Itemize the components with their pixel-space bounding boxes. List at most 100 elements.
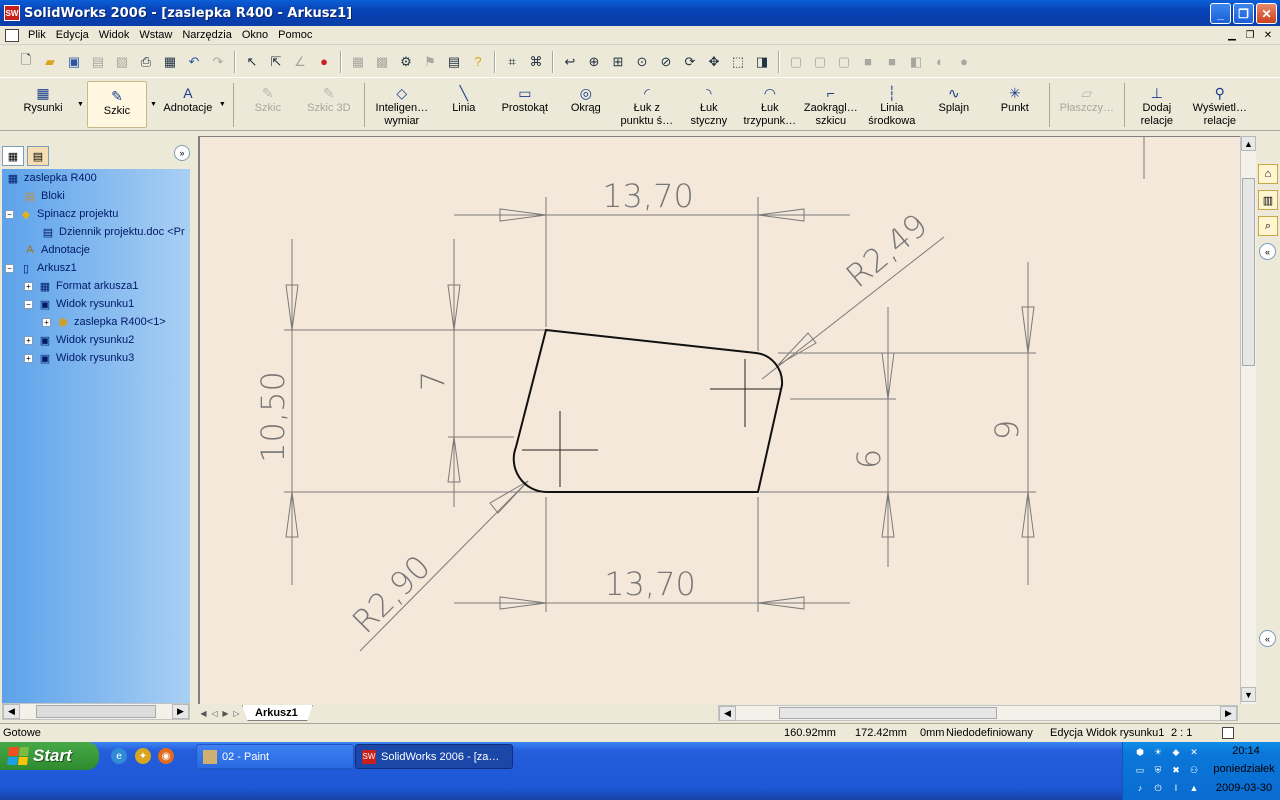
section-icon[interactable]: ◧ [905,51,927,73]
pan-icon[interactable]: ✥ [703,51,725,73]
menu-okno[interactable]: Okno [237,29,273,41]
zoom-selection-icon[interactable]: ⊘ [655,51,677,73]
tray-volume-icon[interactable]: ♪ [1133,781,1147,795]
document-icon[interactable] [5,28,19,42]
canvas-horizontal-scrollbar[interactable]: ◀ ▶ [718,705,1238,721]
hscroll-right-icon[interactable]: ▶ [1220,705,1237,721]
tool-line-button[interactable]: ╲ Linia [435,79,493,129]
clock-day[interactable]: poniedziałek [1207,763,1280,775]
status-note-icon[interactable] [1222,727,1234,739]
design-library-icon[interactable]: ▥ [1258,190,1278,210]
tree-item[interactable]: + ▣ Widok rysunku3 [24,349,134,367]
dim-bottom-text[interactable]: 13,70 [604,565,696,603]
taskbar-task[interactable]: 02 - Paint [196,744,354,769]
zoom-fit-icon[interactable]: ⊕ [583,51,605,73]
tool-sketch-fillet-button[interactable]: ⌐ Zaokrągl… szkicu [801,79,861,129]
hscroll-left-icon[interactable]: ◀ [719,705,736,721]
expand-icon[interactable]: + [24,353,33,363]
tree-horizontal-scrollbar[interactable]: ◀ ▶ [2,703,190,720]
horizontal-scroll-thumb[interactable] [779,707,997,719]
menu-edycja[interactable]: Edycja [51,29,94,41]
clock-date[interactable]: 2009-03-30 [1207,782,1280,794]
expand-icon[interactable]: + [24,335,33,345]
hidden-removed-icon[interactable]: ▢ [833,51,855,73]
tool-sketch-3d-button[interactable]: ✎ Szkic 3D [298,79,360,129]
rebuild-icon[interactable]: ⚑ [419,51,441,73]
dim-inner-left-text[interactable]: 7 [414,371,452,391]
ie-quicklaunch-icon[interactable]: e [111,748,127,764]
zoom-area-icon[interactable]: ⊞ [607,51,629,73]
realview-icon[interactable]: ● [953,51,975,73]
dim-right-text[interactable]: 9 [988,420,1026,440]
dim-left-text[interactable]: 10,50 [254,371,292,463]
doc-restore-button[interactable]: ❐ [1242,28,1258,42]
shaded-edges-icon[interactable]: ■ [857,51,879,73]
tool-point-button[interactable]: ✳ Punkt [985,79,1045,129]
open-icon[interactable]: ▰ [39,51,61,73]
sketch-tool-icon[interactable]: ⌗ [501,51,523,73]
tree-item[interactable]: − ◆ Spinacz projektu [5,205,118,223]
tray-network-icon[interactable]: ⬢ [1133,745,1147,759]
scroll-down-icon[interactable]: ▼ [1241,687,1256,702]
tray-power-icon[interactable]: ⏻ [1151,781,1165,795]
layers-icon[interactable]: ▩ [371,51,393,73]
rysunki-dropdown-icon[interactable]: ▼ [77,101,84,108]
tree-item[interactable]: ▤ Dziennik projektu.doc <Pr [40,223,185,241]
solidworks-logo-icon[interactable]: SW [4,5,20,21]
print-icon[interactable]: ⎙ [135,51,157,73]
adnotacje-tab[interactable]: A Adnotacje [160,79,216,129]
close-button[interactable]: ✕ [1256,3,1277,24]
previous-view-icon[interactable]: ↩ [559,51,581,73]
new-icon[interactable]: 🗋 [15,51,37,73]
drawing-canvas[interactable]: 13,70 13,70 10,50 7 6 9 R2,49 R2,90 [198,136,1240,704]
tool-three-point-arc-button[interactable]: ◠ Łuk trzypunk… [739,79,801,129]
scroll-right-icon[interactable]: ▶ [172,704,189,719]
make-assembly-icon[interactable]: ▧ [111,51,133,73]
tree-item[interactable]: ▦ zaslepka R400 [5,169,97,187]
collapse-icon[interactable]: − [24,299,33,309]
dim-inner-right-text[interactable]: 6 [850,449,888,469]
tool-tangent-arc-button[interactable]: ◝ Łuk styczny [679,79,739,129]
szkic-tab[interactable]: ✎ Szkic [86,81,147,128]
tree-item[interactable]: ▤ Bloki [22,187,65,205]
sketch-line-icon[interactable]: ∠ [289,51,311,73]
tray-nvidia-icon[interactable]: ▲ [1187,781,1201,795]
firefox-quicklaunch-icon[interactable]: ◉ [158,748,174,764]
sw-resources-icon[interactable]: ⌂ [1258,164,1278,184]
doc-close-button[interactable]: ✕ [1260,28,1276,42]
properties-icon[interactable]: ▤ [443,51,465,73]
menu-narzedzia[interactable]: Narzędzia [177,29,237,41]
tray-shield-icon[interactable]: ◆ [1169,745,1183,759]
sheet-prev-icon[interactable]: ◁ [209,706,220,720]
sheet-next-icon[interactable]: ▶ [220,706,231,720]
hidden-lines-icon[interactable]: ▢ [809,51,831,73]
menu-widok[interactable]: Widok [94,29,135,41]
clock-time[interactable]: 20:14 [1215,745,1277,757]
rotate-icon[interactable]: ⟳ [679,51,701,73]
tool-plane-button[interactable]: ▱ Płaszczy… [1054,79,1120,129]
expand-task-pane-icon[interactable]: « [1259,243,1276,260]
display-style-icon[interactable]: ◨ [751,51,773,73]
tree-item[interactable]: A Adnotacje [22,241,90,259]
sheet-tab-arkusz1[interactable]: Arkusz1 [242,705,313,721]
collapse-icon[interactable]: − [5,263,14,273]
tool-rectangle-button[interactable]: ▭ Prostokąt [493,79,557,129]
tray-usb-icon[interactable]: ⚇ [1187,763,1201,777]
tree-item[interactable]: + ⬢ zaslepka R400<1> [42,313,166,331]
select-other-icon[interactable]: ⇱ [265,51,287,73]
redo-icon[interactable]: ↷ [207,51,229,73]
wireframe-icon[interactable]: ▢ [785,51,807,73]
tray-tools-icon[interactable]: ✕ [1187,745,1201,759]
help-icon[interactable]: ? [467,51,489,73]
menu-pomoc[interactable]: Pomoc [273,29,317,41]
view-orientation-icon[interactable]: ⬚ [727,51,749,73]
shadows-icon[interactable]: ◐ [929,51,951,73]
tree-item[interactable]: − ▯ Arkusz1 [5,259,77,277]
zoom-in-out-icon[interactable]: ⊙ [631,51,653,73]
expand-icon[interactable]: + [24,281,33,291]
szkic-dropdown-icon[interactable]: ▼ [150,101,157,108]
adnotacje-dropdown-icon[interactable]: ▼ [219,101,226,108]
tree-item[interactable]: − ▣ Widok rysunku1 [24,295,134,313]
doc-minimize-button[interactable]: ▁ [1224,28,1240,42]
tool-display-relations-button[interactable]: ⚲ Wyświetl… relacje [1185,79,1255,129]
